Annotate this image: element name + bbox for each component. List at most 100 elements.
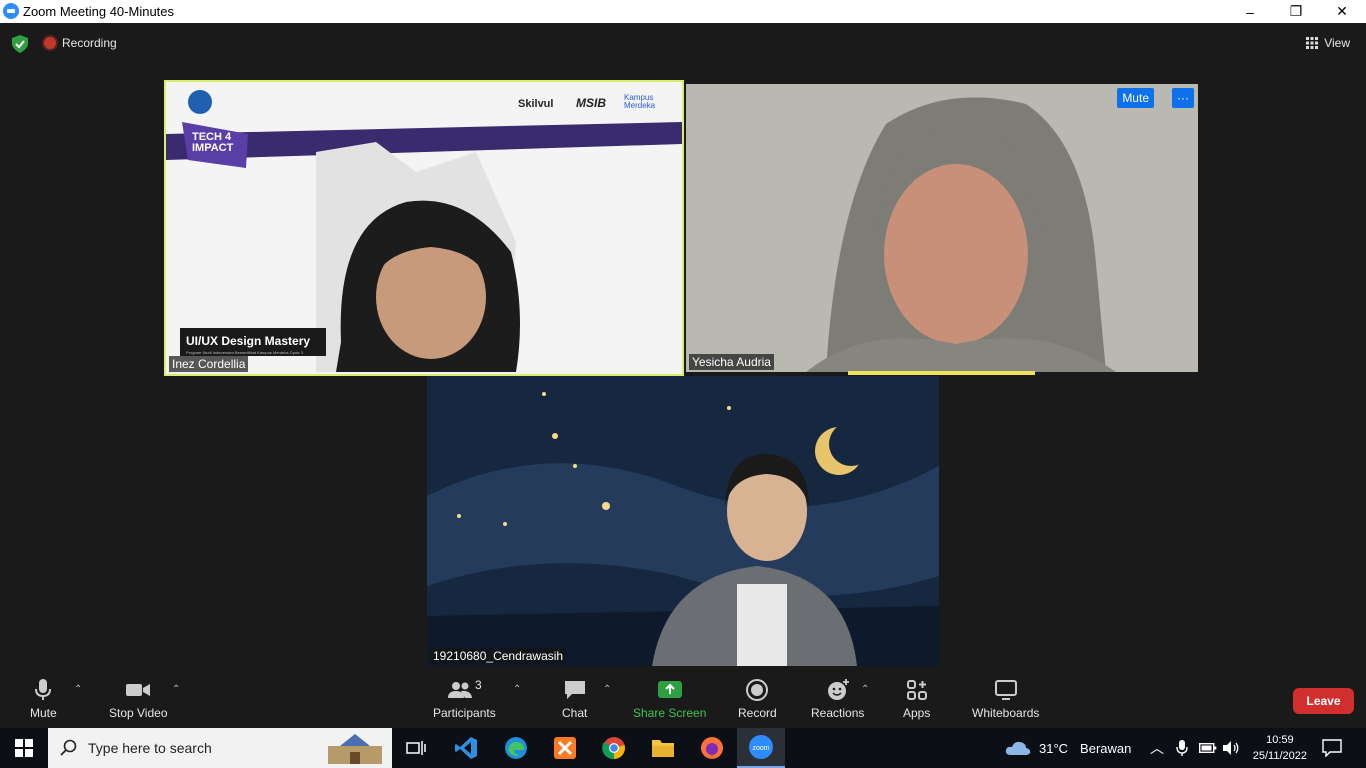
participants-options-chevron-icon[interactable]: ⌃ xyxy=(513,684,521,695)
search-icon xyxy=(60,739,77,756)
video-options-chevron-icon[interactable]: ⌃ xyxy=(172,684,180,695)
participant-name: 19210680_Cendrawasih xyxy=(430,648,567,664)
reactions-button[interactable]: Reactions xyxy=(811,678,864,720)
maximize-button[interactable]: ❐ xyxy=(1273,0,1319,23)
speaker-volume-icon xyxy=(1223,741,1239,755)
chat-button[interactable]: Chat xyxy=(562,678,587,720)
weather-description: Berawan xyxy=(1080,740,1132,756)
share-screen-icon xyxy=(657,681,682,698)
encryption-shield-icon[interactable] xyxy=(12,35,28,53)
chat-options-chevron-icon[interactable]: ⌃ xyxy=(603,684,611,695)
close-button[interactable]: ✕ xyxy=(1319,0,1365,23)
view-button[interactable]: View xyxy=(1306,36,1350,50)
whiteboards-button[interactable]: Whiteboards xyxy=(972,678,1039,720)
weather-temperature: 31°C xyxy=(1039,740,1069,756)
edge-browser-icon xyxy=(505,737,527,759)
start-button[interactable] xyxy=(0,728,48,768)
apps-icon xyxy=(906,680,927,700)
event-logo: TECH 4 IMPACT xyxy=(192,131,234,154)
task-view-button[interactable] xyxy=(392,728,440,768)
search-placeholder: Type here to search xyxy=(88,740,212,756)
xampp-taskbar-app[interactable] xyxy=(541,728,589,768)
weather-widget[interactable]: 31°C Berawan xyxy=(1005,728,1131,768)
microphone-tray-icon xyxy=(1176,740,1188,756)
share-screen-button[interactable]: Share Screen xyxy=(633,678,706,720)
battery-tray-button[interactable] xyxy=(1199,728,1217,768)
audio-options-chevron-icon[interactable]: ⌃ xyxy=(74,684,82,695)
zoom-taskbar-app[interactable]: zoom xyxy=(737,728,785,768)
brand-kampus-merdeka: Kampus Merdeka xyxy=(624,93,656,110)
taskbar-search-box[interactable]: Type here to search xyxy=(48,728,392,768)
video-tile-cendrawasih[interactable]: 19210680_Cendrawasih xyxy=(427,376,939,666)
reactions-options-chevron-icon[interactable]: ⌃ xyxy=(861,684,869,695)
folder-icon xyxy=(652,740,674,757)
window-title: Zoom Meeting 40-Minutes xyxy=(23,4,175,19)
clock-date: 25/11/2022 xyxy=(1252,750,1307,762)
participants-icon xyxy=(448,682,472,698)
cloud-weather-icon xyxy=(1005,741,1031,755)
night-sky-background xyxy=(427,376,939,666)
clock-time: 10:59 xyxy=(1266,734,1294,746)
firefox-browser-icon xyxy=(701,737,723,759)
active-speaker-indicator xyxy=(848,371,1035,375)
recording-indicator[interactable]: Recording xyxy=(44,36,117,50)
more-options-button[interactable]: ··· xyxy=(1172,88,1194,108)
zoom-app-icon xyxy=(3,3,19,19)
vscode-taskbar-app[interactable] xyxy=(442,728,490,768)
meeting-topbar: Recording View xyxy=(0,23,1366,63)
mute-participant-button[interactable]: Mute xyxy=(1117,88,1154,108)
battery-icon xyxy=(1199,743,1217,754)
record-label: Record xyxy=(738,706,777,720)
zoom-icon: zoom xyxy=(749,735,773,759)
window-titlebar: Zoom Meeting 40-Minutes – ❐ ✕ xyxy=(0,0,1366,23)
record-button[interactable]: Record xyxy=(738,678,777,720)
record-icon xyxy=(746,679,769,701)
xampp-icon xyxy=(554,737,576,759)
leave-button[interactable]: Leave xyxy=(1293,688,1354,714)
apps-button[interactable]: Apps xyxy=(903,678,930,720)
chat-icon xyxy=(564,681,585,699)
participant-video xyxy=(686,84,1198,372)
apps-label: Apps xyxy=(903,706,931,720)
file-explorer-taskbar-app[interactable] xyxy=(639,728,687,768)
video-camera-icon xyxy=(126,684,151,696)
chrome-taskbar-app[interactable] xyxy=(590,728,638,768)
microphone-tray-button[interactable] xyxy=(1176,728,1188,768)
svg-text:zoom: zoom xyxy=(752,745,769,752)
brand-msib: MSIB xyxy=(576,96,606,110)
reactions-label: Reactions xyxy=(811,706,865,720)
recording-dot-icon xyxy=(44,37,56,49)
system-clock[interactable]: 10:59 25/11/2022 xyxy=(1253,732,1307,764)
view-label: View xyxy=(1324,36,1350,50)
show-hidden-icons-button[interactable]: ︿ xyxy=(1150,728,1164,768)
notification-icon xyxy=(1322,739,1342,757)
windows-taskbar: Type here to search zoom 31°C Berawan ︿ … xyxy=(0,728,1366,768)
participant-name: Yesicha Audria xyxy=(689,354,774,370)
microphone-icon xyxy=(35,679,52,700)
participants-label: Participants xyxy=(433,706,496,720)
meeting-controls: Mute ⌃ Stop Video ⌃ 3 Participants ⌃ Cha… xyxy=(0,672,1366,728)
stop-video-button[interactable]: Stop Video xyxy=(109,678,168,720)
minimize-button[interactable]: – xyxy=(1227,0,1273,23)
brand-skilvul: Skilvul xyxy=(518,98,554,110)
windows-logo-icon xyxy=(15,739,33,757)
edge-taskbar-app[interactable] xyxy=(492,728,540,768)
chevron-up-icon: ︿ xyxy=(1150,740,1164,756)
stop-video-label: Stop Video xyxy=(109,706,168,720)
banner-subtitle: Program Studi Independen Bersertifikat K… xyxy=(186,350,303,355)
volume-tray-button[interactable] xyxy=(1222,728,1240,768)
video-tile-yesicha[interactable]: Mute ··· Yesicha Audria xyxy=(686,84,1198,372)
banner-title: UI/UX Design Mastery xyxy=(186,334,311,348)
participants-button[interactable]: 3 Participants xyxy=(433,678,496,720)
participants-count: 3 xyxy=(475,678,482,692)
mute-label: Mute xyxy=(30,706,57,720)
participant-name: Inez Cordellia xyxy=(169,356,249,372)
whiteboard-icon xyxy=(994,680,1017,700)
video-tile-inez[interactable]: UI/UX Design Mastery Program Studi Indep… xyxy=(164,80,684,376)
chat-label: Chat xyxy=(562,706,588,720)
virtual-background xyxy=(166,82,682,374)
vscode-icon xyxy=(455,737,477,759)
firefox-taskbar-app[interactable] xyxy=(688,728,736,768)
notification-center-button[interactable] xyxy=(1322,728,1342,768)
mute-button[interactable]: Mute xyxy=(30,678,57,720)
